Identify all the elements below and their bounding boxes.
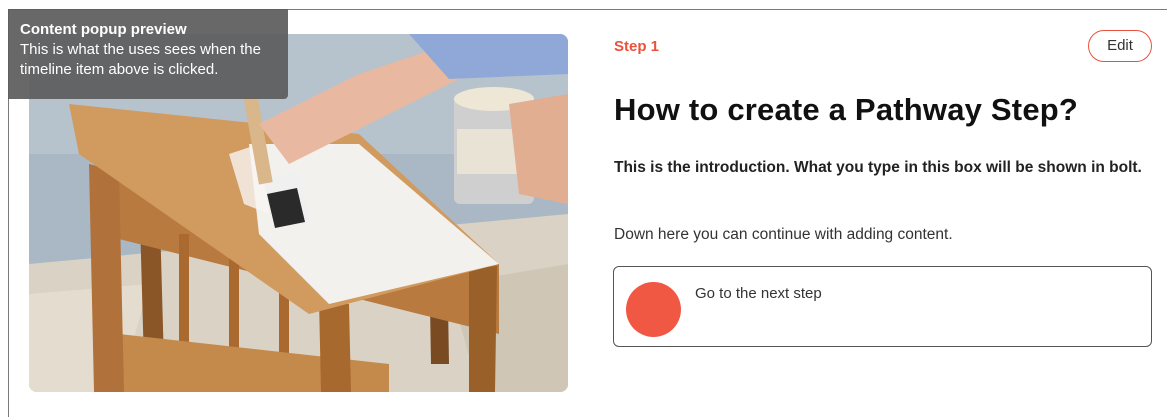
step-heading: How to create a Pathway Step?: [614, 92, 1079, 127]
step-introduction: This is the introduction. What you type …: [614, 159, 1142, 176]
edit-button[interactable]: Edit: [1088, 30, 1152, 62]
popup-preview-title: Content popup preview: [20, 21, 187, 38]
popup-preview-description: This is what the uses sees when the time…: [20, 41, 261, 78]
step-body-text: Down here you can continue with adding c…: [614, 226, 953, 243]
content-popup-preview-tag: Content popup preview This is what the u…: [8, 9, 288, 99]
step-label: Step 1: [614, 38, 660, 55]
next-step-label: Go to the next step: [695, 285, 822, 302]
circle-icon: [626, 282, 681, 337]
next-step-card[interactable]: Go to the next step: [613, 266, 1152, 347]
